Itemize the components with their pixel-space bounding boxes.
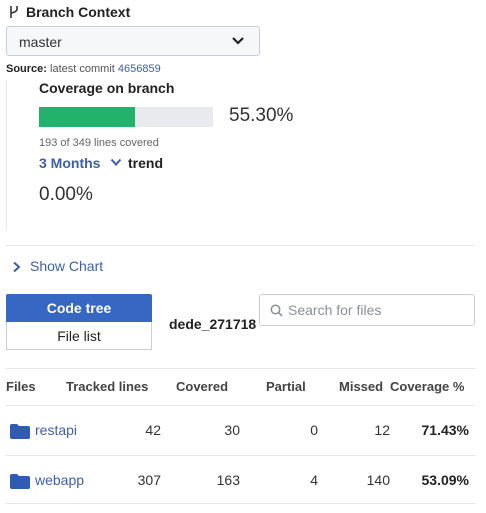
coverage-title: Coverage on branch (39, 80, 175, 96)
search-input[interactable] (288, 300, 468, 320)
source-text: latest commit (50, 63, 115, 75)
column-header-files[interactable]: Files (6, 379, 36, 394)
source-line: Source: latest commit 4656859 (6, 63, 161, 75)
column-header-tracked-lines[interactable]: Tracked lines (66, 379, 148, 394)
chevron-right-icon[interactable] (12, 261, 21, 273)
covered-value: 30 (224, 422, 240, 438)
section-divider (6, 80, 7, 230)
column-header-partial[interactable]: Partial (266, 379, 306, 394)
coverage-progress-fill (39, 107, 136, 127)
missed-value: 140 (366, 472, 390, 488)
chevron-down-icon (232, 37, 244, 45)
branch-select[interactable]: master (6, 26, 260, 56)
lines-covered-text: 193 of 349 lines covered (39, 137, 159, 149)
coverage-percent-value: 71.43% (421, 422, 469, 438)
coverage-percent-value: 53.09% (421, 472, 469, 488)
file-name-link[interactable]: webapp (35, 472, 84, 488)
current-path-label: dede_271718 (169, 316, 257, 332)
search-icon (270, 304, 283, 317)
show-chart-toggle[interactable]: Show Chart (30, 258, 103, 274)
code-tree-button[interactable]: Code tree (6, 294, 152, 322)
missed-value: 12 (374, 422, 390, 438)
folder-icon (10, 424, 30, 439)
coverage-progress-bar (39, 107, 213, 127)
column-header-covered[interactable]: Covered (176, 379, 228, 394)
branch-context-title: Branch Context (26, 4, 131, 20)
column-header-coverage[interactable]: Coverage % (390, 379, 464, 394)
table-row[interactable]: restapi 42 30 0 12 71.43% (6, 406, 475, 455)
chevron-down-icon[interactable] (110, 158, 122, 167)
branch-select-value: master (19, 34, 62, 50)
file-name-link[interactable]: restapi (35, 422, 77, 438)
folder-icon (10, 474, 30, 489)
trend-value: 0.00% (39, 184, 93, 205)
partial-value: 4 (310, 472, 318, 488)
covered-value: 163 (216, 472, 240, 488)
tracked-lines-value: 42 (145, 422, 161, 438)
column-header-missed[interactable]: Missed (339, 379, 383, 394)
coverage-percentage: 55.30% (229, 105, 294, 126)
table-row[interactable]: webapp 307 163 4 140 53.09% (6, 456, 475, 505)
table-top-border (6, 368, 475, 369)
git-branch-icon (10, 6, 18, 18)
source-label: Source: (6, 63, 47, 75)
trend-range-dropdown[interactable]: 3 Months (39, 155, 100, 171)
divider (6, 245, 475, 246)
commit-link[interactable]: 4656859 (118, 63, 161, 75)
trend-label: trend (128, 155, 163, 171)
file-search-box[interactable] (259, 294, 475, 326)
partial-value: 0 (310, 422, 318, 438)
file-list-button[interactable]: File list (6, 322, 152, 350)
tracked-lines-value: 307 (137, 472, 161, 488)
